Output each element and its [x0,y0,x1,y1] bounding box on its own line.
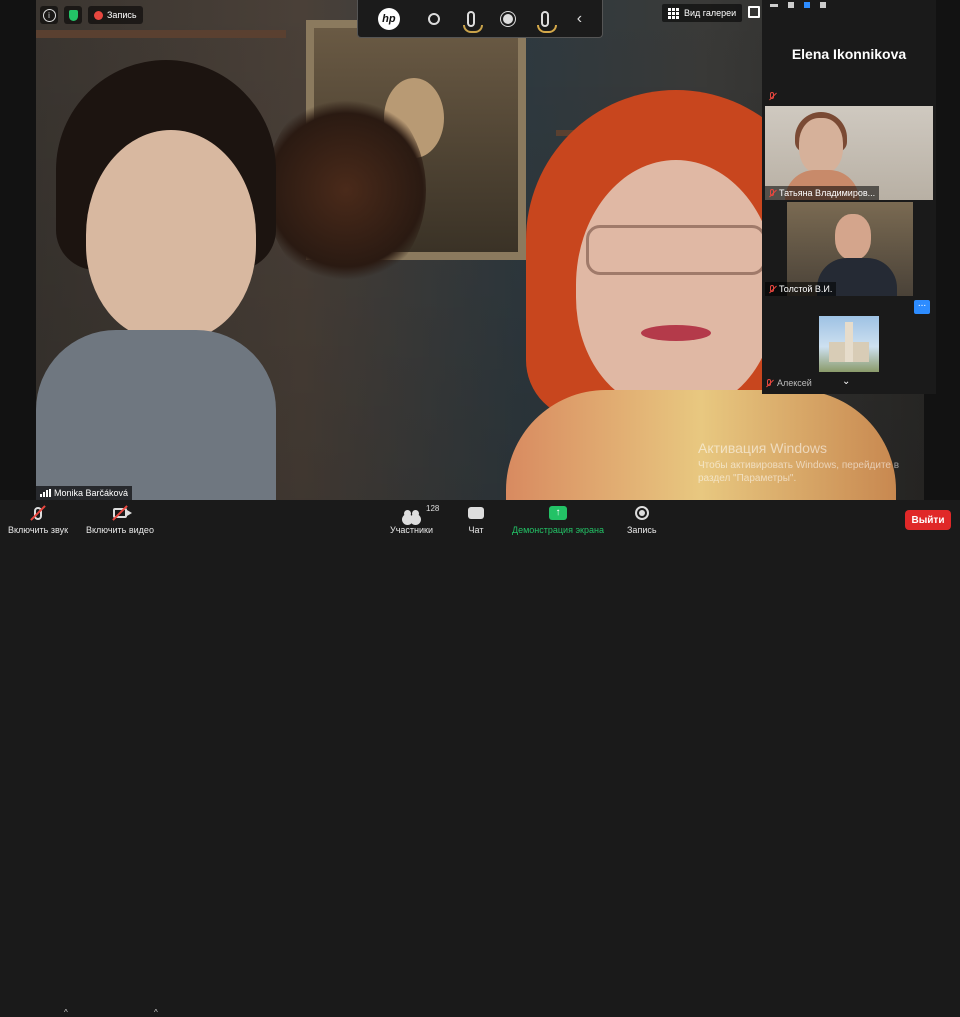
mic-muted-icon [768,92,777,101]
chevron-left-icon[interactable]: ‹ [577,10,582,28]
participant-name: Татьяна Владимиров... [779,188,876,198]
face [576,160,776,410]
minimize-icon[interactable] [770,3,778,7]
meeting-indicators: i Запись [40,6,143,24]
participants-count: 128 [426,504,440,513]
participant-name: Алексей [777,378,812,388]
hp-audio-toolbar: hp ‹ [357,0,603,38]
participant-name: Monika Barčáková [54,488,129,498]
unmute-label: Включить звук [8,525,69,535]
share-screen-label: Демонстрация экрана [512,525,604,535]
video-options-caret[interactable]: ^ [154,1008,158,1017]
face [835,214,871,260]
watermark-subtitle: Чтобы активировать Windows, перейдите в … [698,460,900,484]
participants-button[interactable]: 128 Участники [390,504,439,535]
meeting-toolbar: Включить звук ^ Включить видео ^ 128 Уча… [0,500,960,1017]
microphone-icon[interactable] [463,10,484,33]
hp-logo-icon[interactable]: hp [377,7,400,30]
record-icon [634,504,649,522]
gallery-view-label: Вид галереи [684,8,737,18]
radio-on-icon[interactable] [503,13,514,24]
chevron-down-icon[interactable]: ⌄ [842,376,850,387]
participant-tile[interactable]: Толстой В.И. [765,202,933,296]
participants-icon: 128 [404,504,439,522]
mic-muted-icon [768,285,777,294]
layout-icon[interactable] [804,2,810,8]
share-screen-icon: ↑ [548,504,567,522]
participant-tile-label: Татьяна Владимиров... [765,186,880,200]
glasses [586,225,766,275]
recording-label: Запись [107,10,137,20]
chat-icon [468,504,484,522]
grid-icon [668,7,679,19]
start-video-button[interactable]: Включить видео [86,504,154,535]
info-icon[interactable]: i [40,6,58,24]
participant-name: Толстой В.И. [779,284,833,294]
mic-muted-icon [30,504,46,522]
recording-badge[interactable]: Запись [88,6,143,24]
participant-tile-label: Толстой В.И. [765,282,837,296]
chat-button[interactable]: Чат [468,504,484,535]
windows-activation-watermark: Активация Windows Чтобы активировать Win… [698,440,928,485]
lips [641,325,711,341]
mic-muted-icon [765,379,774,388]
participant-tile-label: Алексей [765,378,812,388]
strip-controls [762,0,936,10]
leave-meeting-button[interactable]: Выйти [905,510,951,530]
signal-icon [40,489,51,497]
face [799,118,843,174]
microphone-array-icon[interactable] [536,10,557,33]
unmute-button[interactable]: Включить звук [8,504,68,535]
building-tower [845,322,853,362]
body [36,330,276,500]
participant-avatar-image[interactable] [819,316,879,372]
radio-off-icon[interactable] [427,12,440,25]
grid-icon[interactable] [820,2,826,8]
participant-left [36,60,296,500]
face [86,130,256,340]
gallery-view-button[interactable]: Вид галереи [662,4,743,22]
square-icon[interactable] [788,2,794,8]
video-off-icon [112,504,132,522]
more-options-button[interactable]: ... [914,299,930,314]
record-label: Запись [627,525,657,535]
shield-icon[interactable] [64,6,82,24]
participants-label: Участники [390,525,433,535]
watermark-title: Активация Windows [698,440,828,456]
audio-options-caret[interactable]: ^ [64,1008,68,1017]
participant-name-tag: Monika Barčáková [36,486,133,500]
bookshelf [36,30,286,38]
participants-strip: Elena Ikonnikova Татьяна Владимиров... Т… [762,0,936,394]
record-dot-icon [94,10,103,20]
chat-label: Чат [468,525,484,535]
start-video-label: Включить видео [86,525,154,535]
share-screen-button[interactable]: ↑ Демонстрация экрана [512,504,604,535]
mic-muted-icon [768,189,777,198]
record-button[interactable]: Запись [627,504,657,535]
fullscreen-icon[interactable] [748,6,760,18]
participant-tile[interactable]: Татьяна Владимиров... [765,106,933,200]
active-speaker-name: Elena Ikonnikova [791,46,907,62]
